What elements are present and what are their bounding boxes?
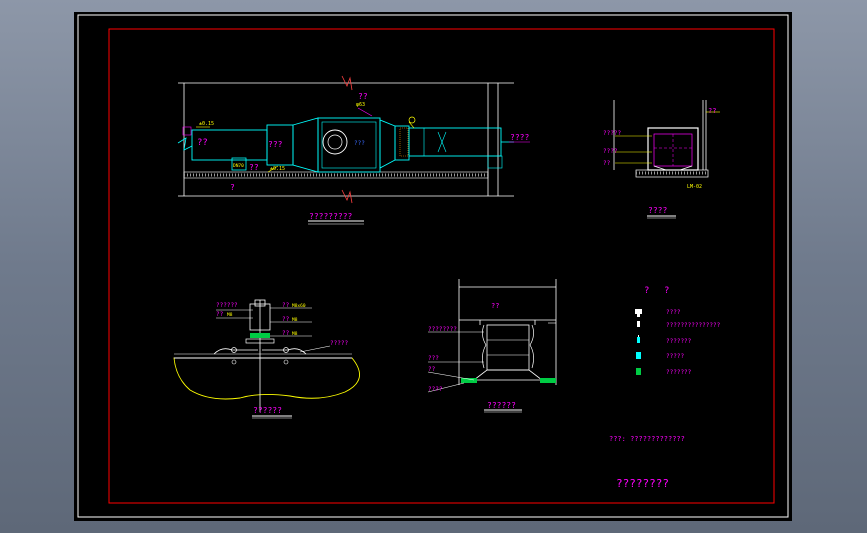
mount-label-r2: ?? <box>282 316 290 323</box>
section-title: ???? <box>648 206 667 215</box>
mount-label-tl2-sub: M8 <box>227 312 233 318</box>
section-label-c: ?? <box>603 160 611 167</box>
flex-detail <box>427 279 557 413</box>
flex-title: ?????? <box>487 401 516 410</box>
legend-item-text: ??????? <box>666 369 692 376</box>
cyan-block-icon <box>636 352 641 359</box>
mount-label-r4: ????? <box>330 340 348 347</box>
flex-label-l1: ???????? <box>428 326 457 333</box>
plan-label-blue: ??? <box>354 140 365 147</box>
legend-header-a: ? <box>644 286 649 296</box>
legend-item-text: ????? <box>666 353 684 360</box>
sheet-title: ???????? <box>616 477 669 490</box>
mount-title: ?????? <box>253 406 282 415</box>
mount-label-tl1: ?????? <box>216 302 238 309</box>
plan-title: ????????? <box>309 212 353 221</box>
plan-label-bottom-a: ?? <box>249 163 259 172</box>
section-label-a: ????? <box>603 130 621 137</box>
notes-line: ???: ????????????? <box>609 435 685 443</box>
mount-label-r1: ?? <box>282 302 290 309</box>
inner-border <box>108 28 775 504</box>
plan-label-right-side: ???? <box>510 133 529 142</box>
legend-item-text: ??????????????? <box>666 322 721 329</box>
valve-icon <box>635 309 642 317</box>
legend-header-b: ? <box>664 286 669 296</box>
plan-label-bottom-b: ? <box>230 183 235 192</box>
plan-label-box: DN70 <box>233 163 244 169</box>
section-label-base: LM-02 <box>687 184 702 190</box>
section-label-right-tag: ?? <box>708 107 716 115</box>
fan-impeller <box>322 129 348 155</box>
plan-tag-top: ?? <box>358 92 368 101</box>
plan-label-main-left: ?? <box>197 138 208 148</box>
cad-canvas: ?? φ63 ?? ±0.15 ??? ??? ???? ?? ±0.15 ? … <box>77 14 789 518</box>
plan-tag-top-sub: φ63 <box>356 102 365 108</box>
flex-label-l2: ??? <box>428 355 439 362</box>
duct-right <box>408 127 502 157</box>
flex-canvas-joint <box>486 324 530 371</box>
flex-label-l4: ???? <box>428 386 443 393</box>
mount-label-r2-sub: M8 <box>292 317 298 323</box>
legend-item-text: ???? <box>666 309 681 316</box>
mount-label-tl2: ?? <box>216 311 224 318</box>
mount-label-r3-sub: M8 <box>292 331 298 337</box>
plan-label-small-b: ±0.15 <box>270 166 285 172</box>
mount-detail <box>173 299 360 419</box>
legend-item-text: ??????? <box>666 338 692 345</box>
probe-icon <box>637 321 640 327</box>
fan-body <box>317 117 381 173</box>
green-block-icon <box>636 368 641 375</box>
section-label-b: ???? <box>603 148 618 155</box>
flex-label-l3: ?? <box>428 366 436 373</box>
flex-label-top: ?? <box>491 302 499 310</box>
plan-label-small-a: ±0.15 <box>199 121 214 127</box>
sensor-icon <box>637 335 640 343</box>
section-view <box>613 100 720 219</box>
plan-label-fan: ??? <box>268 140 283 149</box>
mount-label-r3: ?? <box>282 330 290 337</box>
mount-rubber-pad <box>250 333 270 338</box>
mount-label-r1-sub: M8x60 <box>292 303 306 309</box>
fan-transition <box>292 117 319 173</box>
plan-view <box>177 75 530 225</box>
